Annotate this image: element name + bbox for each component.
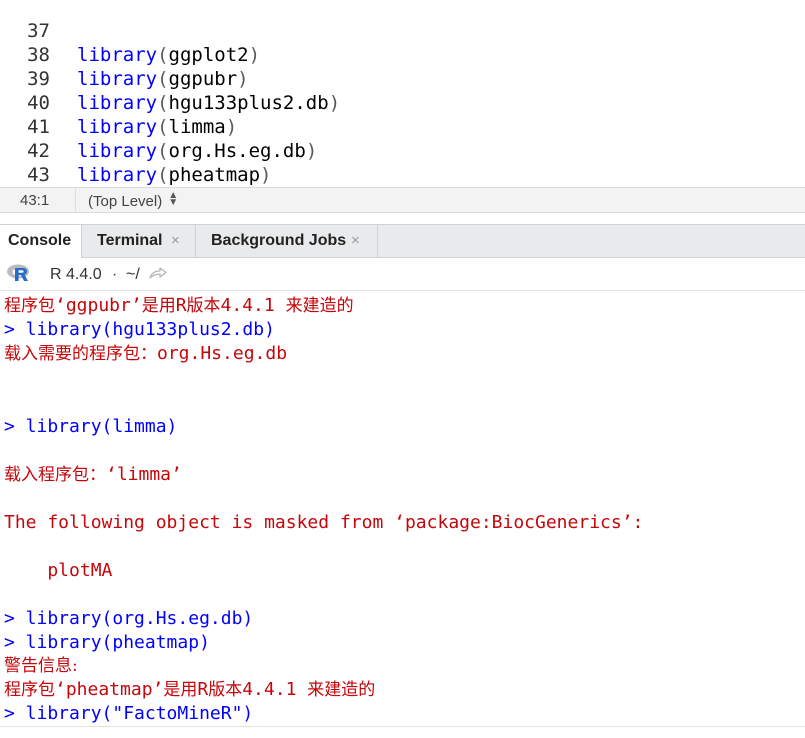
tab-console[interactable]: Console bbox=[0, 225, 82, 259]
console-message: 载入程序包：‘limma’ bbox=[4, 464, 182, 485]
console-output[interactable]: 程序包‘ggpubr’是用R版本4.4.1 来建造的 > library(hgu… bbox=[0, 291, 805, 738]
console-header: R 4.4.0 · ~/ bbox=[0, 258, 805, 291]
tab-label: Terminal bbox=[97, 232, 163, 249]
code-line[interactable]: 41 library(org.Hs.eg.db) bbox=[0, 91, 805, 162]
code-line[interactable]: 39 library(hgu133plus2.db) bbox=[0, 43, 805, 114]
cursor-position: 43:1 bbox=[20, 192, 50, 209]
source-editor[interactable]: 37 library(ggplot2) 38 library(ggpubr) 3… bbox=[0, 0, 805, 187]
code-line[interactable]: 37 library(ggplot2) bbox=[0, 0, 805, 66]
console-bottom-divider bbox=[0, 726, 805, 727]
console-command: > library(pheatmap) bbox=[4, 632, 210, 653]
tab-label: Background Jobs bbox=[211, 232, 347, 249]
close-icon[interactable]: × bbox=[171, 225, 180, 257]
console-message: The following object is masked from ‘pac… bbox=[4, 512, 644, 533]
code-line[interactable]: 42 library(pheatmap) bbox=[0, 115, 805, 186]
code-line-current[interactable]: 43 bbox=[0, 139, 805, 186]
updown-arrows-icon: ▲ ▼ bbox=[168, 190, 179, 208]
pane-splitter[interactable] bbox=[0, 213, 805, 224]
code-line[interactable]: 38 library(ggpubr) bbox=[0, 19, 805, 90]
console-warning: 程序包‘pheatmap’是用R版本4.4.1 来建造的 bbox=[4, 679, 376, 700]
console-message: 程序包‘ggpubr’是用R版本4.4.1 来建造的 bbox=[4, 295, 354, 316]
code-line[interactable]: 40 library(limma) bbox=[0, 67, 805, 138]
console-message: 载入需要的程序包：org.Hs.eg.db bbox=[4, 343, 288, 364]
console-command: > library(hgu133plus2.db) bbox=[4, 319, 275, 340]
scope-label: (Top Level) bbox=[88, 193, 163, 210]
tab-terminal[interactable]: Terminal × bbox=[82, 225, 196, 258]
scope-selector[interactable]: (Top Level) ▲ ▼ bbox=[88, 190, 179, 211]
working-directory: ~/ bbox=[126, 266, 140, 283]
console-command: > library(org.Hs.eg.db) bbox=[4, 608, 254, 629]
header-separator: · bbox=[112, 266, 118, 283]
r-version-label: R 4.4.0 bbox=[50, 266, 102, 283]
tab-label: Console bbox=[8, 232, 72, 249]
editor-status-bar: 43:1 (Top Level) ▲ ▼ bbox=[0, 187, 805, 213]
code-line[interactable]: 44 bbox=[0, 163, 805, 187]
console-command: > library(limma) bbox=[4, 416, 178, 437]
tab-background-jobs[interactable]: Background Jobs × bbox=[196, 225, 378, 258]
console-command: > library("FactoMineR") bbox=[4, 703, 254, 724]
r-logo-icon bbox=[7, 264, 29, 281]
status-divider bbox=[75, 188, 76, 212]
console-tab-bar: Console Terminal × Background Jobs × bbox=[0, 224, 805, 259]
goto-directory-arrow-icon[interactable] bbox=[148, 265, 168, 281]
close-icon[interactable]: × bbox=[351, 225, 360, 257]
console-warning: 警告信息: bbox=[4, 656, 78, 676]
console-message: plotMA bbox=[4, 560, 113, 581]
